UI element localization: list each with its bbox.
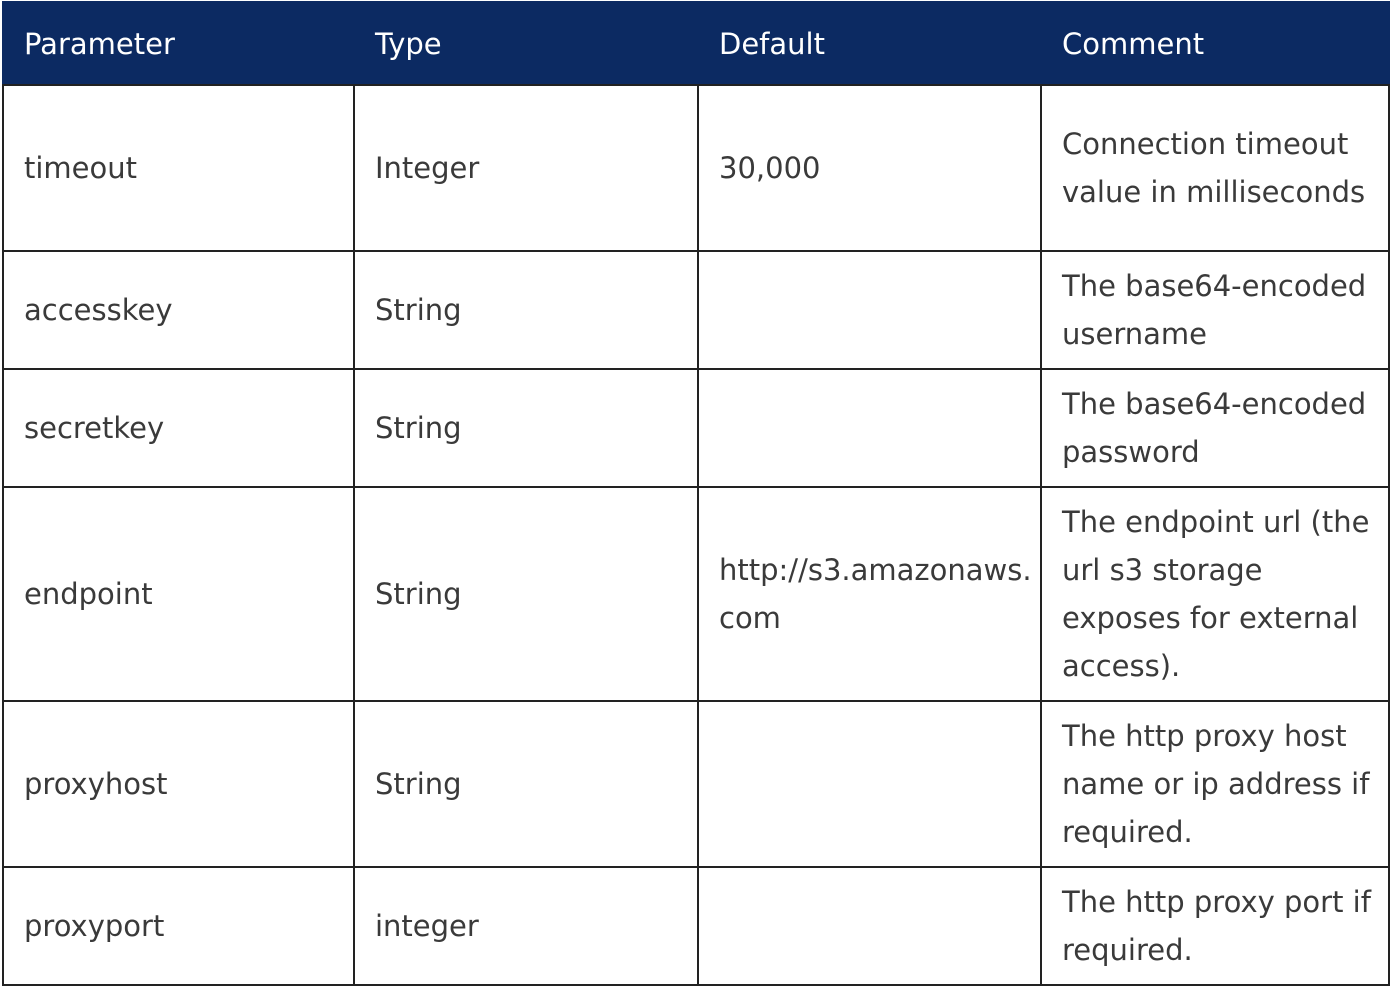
cell-comment: The http proxy port if required. (1040, 866, 1390, 986)
table-row: proxyport integer The http proxy port if… (2, 866, 1390, 986)
table-header: Parameter Type Default Comment (2, 1, 1390, 86)
cell-comment: The base64-encoded username (1040, 250, 1390, 370)
cell-type: String (353, 700, 699, 868)
cell-type: String (353, 368, 699, 488)
table-row: timeout Integer 30,000 Connection timeou… (2, 84, 1390, 252)
parameters-table-container: Parameter Type Default Comment timeout I… (2, 1, 1390, 986)
cell-parameter: proxyport (2, 866, 355, 986)
header-parameter: Parameter (2, 1, 355, 86)
cell-parameter: accesskey (2, 250, 355, 370)
header-row: Parameter Type Default Comment (2, 1, 1390, 86)
table-row: accesskey String The base64-encoded user… (2, 250, 1390, 370)
table-row: proxyhost String The http proxy host nam… (2, 700, 1390, 868)
cell-type: Integer (353, 84, 699, 252)
cell-type: String (353, 486, 699, 702)
cell-parameter: proxyhost (2, 700, 355, 868)
header-comment: Comment (1040, 1, 1390, 86)
header-type: Type (353, 1, 699, 86)
parameters-table: Parameter Type Default Comment timeout I… (2, 1, 1390, 986)
cell-default (697, 866, 1042, 986)
cell-default: 30,000 (697, 84, 1042, 252)
cell-parameter: timeout (2, 84, 355, 252)
cell-comment: The http proxy host name or ip address i… (1040, 700, 1390, 868)
cell-comment: The endpoint url (the url s3 storage exp… (1040, 486, 1390, 702)
cell-comment: Connection timeout value in milliseconds (1040, 84, 1390, 252)
cell-type: integer (353, 866, 699, 986)
cell-parameter: secretkey (2, 368, 355, 488)
table-row: secretkey String The base64-encoded pass… (2, 368, 1390, 488)
cell-default (697, 700, 1042, 868)
cell-parameter: endpoint (2, 486, 355, 702)
table-row: endpoint String http://s3.amazonaws.com … (2, 486, 1390, 702)
cell-default (697, 250, 1042, 370)
cell-comment: The base64-encoded password (1040, 368, 1390, 488)
cell-type: String (353, 250, 699, 370)
table-body: timeout Integer 30,000 Connection timeou… (2, 84, 1390, 986)
cell-default (697, 368, 1042, 488)
cell-default: http://s3.amazonaws.com (697, 486, 1042, 702)
header-default: Default (697, 1, 1042, 86)
